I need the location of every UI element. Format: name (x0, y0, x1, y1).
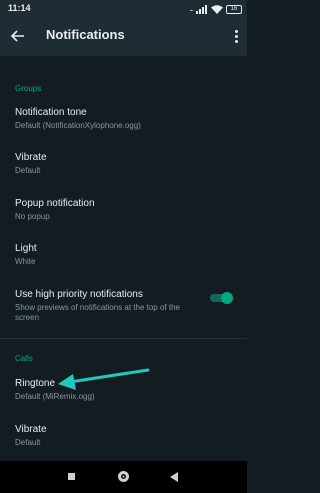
setting-vibrate-calls[interactable]: Vibrate Default (0, 424, 247, 450)
setting-subtitle: Default (15, 438, 41, 447)
wifi-icon (211, 4, 223, 14)
status-icons: ... 16 (189, 3, 242, 15)
setting-title: Popup notification (15, 198, 95, 209)
setting-title: Ringtone (15, 378, 56, 389)
battery-indicator: 16 (226, 4, 242, 14)
setting-subtitle: Default (15, 166, 41, 175)
nav-back-icon[interactable] (170, 472, 178, 482)
system-nav-bar (0, 461, 247, 493)
more-vert-icon[interactable] (230, 26, 242, 46)
setting-vibrate-groups[interactable]: Vibrate Default (0, 152, 247, 178)
section-header-calls: Calls (15, 354, 33, 363)
setting-title: Use high priority notifications (15, 289, 143, 300)
setting-subtitle: Default (NotificationXylophone.ogg) (15, 121, 141, 130)
setting-title: Notification tone (15, 107, 87, 118)
status-time: 11:14 (8, 3, 31, 13)
status-bar: 11:14 ... 16 (0, 0, 247, 18)
home-icon[interactable] (118, 471, 129, 482)
page-title: Notifications (46, 27, 125, 42)
setting-popup-notification[interactable]: Popup notification No popup (0, 198, 247, 224)
setting-notification-tone[interactable]: Notification tone Default (NotificationX… (0, 107, 247, 133)
toggle-thumb (221, 292, 233, 304)
app-bar: Notifications (0, 18, 247, 56)
setting-ringtone[interactable]: Ringtone Default (MiRemix.ogg) (0, 378, 247, 404)
setting-subtitle: White (15, 257, 36, 266)
high-priority-toggle[interactable] (210, 292, 233, 304)
signal-dots: ... (189, 4, 194, 13)
setting-title: Vibrate (15, 424, 47, 435)
setting-title: Light (15, 243, 37, 254)
cell-signal-icon (196, 4, 207, 14)
arrow-left-icon[interactable] (8, 26, 28, 46)
setting-light[interactable]: Light White (0, 243, 247, 269)
setting-subtitle: No popup (15, 212, 50, 221)
recent-apps-icon[interactable] (68, 473, 75, 480)
setting-title: Vibrate (15, 152, 47, 163)
setting-subtitle: Show previews of notifications at the to… (15, 303, 180, 322)
section-divider (0, 338, 247, 339)
setting-subtitle: Default (MiRemix.ogg) (15, 392, 95, 401)
section-header-groups: Groups (15, 84, 42, 93)
